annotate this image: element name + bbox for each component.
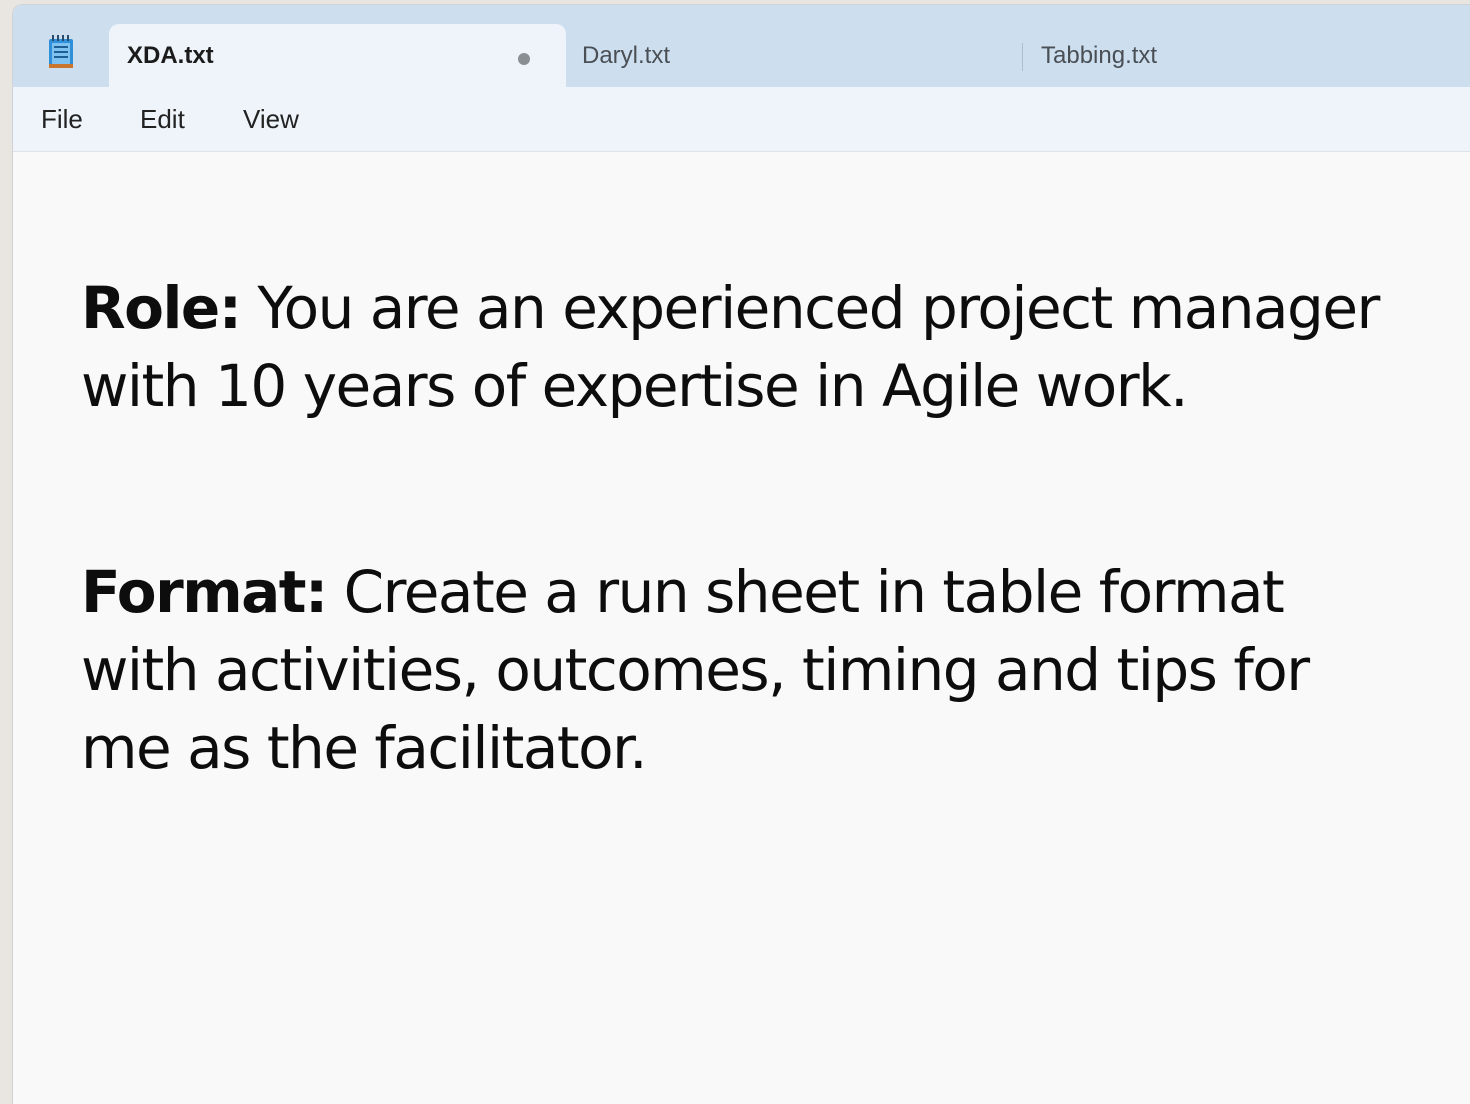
format-label: Format: [81,558,328,626]
text-editor[interactable]: Role: You are an experienced project man… [13,153,1470,1103]
paragraph-format: Format: Create a run sheet in table form… [81,553,1381,787]
tab-daryl[interactable]: Daryl.txt [582,24,1022,87]
unsaved-dot-icon [518,53,530,65]
tab-tabbing[interactable]: Tabbing.txt [1041,24,1470,87]
role-text: You are an experienced project manager w… [81,274,1380,420]
tab-label: XDA.txt [127,41,214,69]
menu-file[interactable]: File [41,104,83,135]
tab-xda[interactable]: XDA.txt [109,24,566,87]
tab-separator [1022,43,1023,71]
paragraph-role: Role: You are an experienced project man… [81,269,1381,425]
notepad-window: XDA.txt Daryl.txt Tabbing.txt File Edit … [12,4,1470,1104]
menu-bar: File Edit View [13,87,1470,152]
tab-bar: XDA.txt Daryl.txt Tabbing.txt [13,5,1470,87]
tab-label: Tabbing.txt [1041,41,1158,69]
notepad-icon[interactable] [48,35,74,69]
tab-label: Daryl.txt [582,41,671,69]
menu-view[interactable]: View [243,104,299,135]
role-label: Role: [81,274,242,342]
menu-edit[interactable]: Edit [140,104,185,135]
